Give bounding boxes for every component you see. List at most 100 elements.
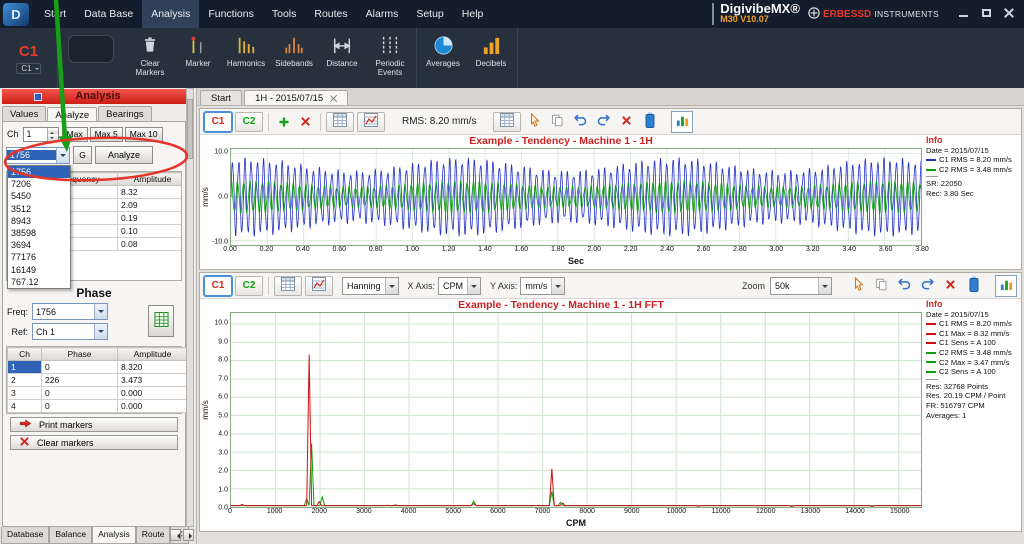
menu-setup[interactable]: Setup: [407, 0, 452, 28]
fft-grid-view-button[interactable]: [274, 275, 302, 296]
menu-alarms[interactable]: Alarms: [357, 0, 408, 28]
close-chart-button[interactable]: [617, 112, 636, 132]
bottom-tab-balance[interactable]: Balance: [49, 527, 93, 544]
maximize-button[interactable]: [976, 5, 996, 21]
tab-analyze[interactable]: Analyze: [47, 107, 98, 122]
fft-grid-chart-button[interactable]: [305, 275, 333, 296]
fft-c2-button[interactable]: C2: [235, 275, 263, 296]
fft-undo-button[interactable]: [895, 276, 914, 296]
print-markers-button[interactable]: Print markers: [10, 417, 178, 432]
tab-close-icon[interactable]: [330, 95, 337, 102]
phase-freq-combo[interactable]: 1756: [32, 303, 108, 320]
chart-settings-button[interactable]: [671, 110, 694, 133]
wave-c2-button[interactable]: C2: [235, 111, 263, 132]
menu-routes[interactable]: Routes: [305, 0, 356, 28]
menu-help[interactable]: Help: [453, 0, 493, 28]
dropdown-option[interactable]: 77176: [8, 251, 70, 263]
fft-copy-button[interactable]: [872, 276, 891, 296]
distance-button[interactable]: Distance: [318, 28, 366, 88]
g-button[interactable]: G: [73, 146, 92, 164]
menu-start[interactable]: Start: [35, 0, 75, 28]
max-5-button[interactable]: Max 5: [89, 126, 123, 142]
averages-button[interactable]: Averages: [419, 28, 467, 88]
grid-chart-button[interactable]: [357, 111, 385, 132]
add-record-button[interactable]: [274, 112, 293, 132]
waveform-plot[interactable]: [230, 148, 922, 246]
x-axis-unit-combo[interactable]: CPM: [438, 276, 482, 295]
redo-button[interactable]: [594, 112, 613, 132]
ribbon-record-button[interactable]: [68, 35, 114, 63]
fft-device-button[interactable]: [964, 276, 983, 296]
chevron-down-icon[interactable]: [94, 304, 107, 319]
undo-button[interactable]: [571, 112, 590, 132]
max-10-button[interactable]: Max 10: [124, 126, 163, 142]
window-function-combo[interactable]: Hanning: [342, 276, 399, 295]
clear-markers-button[interactable]: Clear Markers: [126, 28, 174, 88]
clear-markers-button[interactable]: Clear markers: [10, 435, 178, 450]
sidebar-scrollbar[interactable]: [186, 88, 194, 527]
device-button[interactable]: [640, 112, 659, 132]
channel-c1-ribbon-button[interactable]: C1 C1: [0, 28, 58, 88]
analyze-button[interactable]: Analyze: [95, 146, 153, 164]
menu-analysis[interactable]: Analysis: [142, 0, 200, 28]
dropdown-option[interactable]: 3694: [8, 239, 70, 251]
zoom-combo[interactable]: 50k: [770, 276, 832, 295]
minimize-button[interactable]: [953, 5, 973, 21]
y-axis-unit-combo[interactable]: mm/s: [520, 276, 566, 295]
cursor-tool-button[interactable]: [525, 112, 544, 132]
marker-button[interactable]: Marker: [174, 28, 222, 88]
dropdown-option[interactable]: 5450: [8, 190, 70, 202]
chevron-down-icon[interactable]: [384, 277, 398, 294]
fft-plot[interactable]: [230, 312, 922, 508]
chevron-down-icon[interactable]: [551, 277, 565, 294]
chevron-down-icon[interactable]: [56, 147, 69, 163]
channel-c1-dropdown[interactable]: C1: [16, 62, 41, 74]
table-row[interactable]: 4 0 0.000: [7, 399, 188, 413]
tab-bearings[interactable]: Bearings: [98, 106, 152, 121]
wave-c1-button[interactable]: C1: [203, 110, 233, 133]
copy-button[interactable]: [548, 112, 567, 132]
table-row[interactable]: 3 0 0.000: [7, 386, 188, 400]
table-button[interactable]: [493, 111, 522, 132]
menu-data-base[interactable]: Data Base: [75, 0, 142, 28]
dropdown-option[interactable]: 16149: [8, 264, 70, 276]
tabs-scroll-left-button[interactable]: [170, 529, 181, 541]
doc-tab-1h-2015-07-15[interactable]: 1H - 2015/07/15: [244, 90, 349, 105]
harmonics-button[interactable]: Harmonics: [222, 28, 270, 88]
stepper-arrows[interactable]: [46, 127, 58, 141]
dropdown-option[interactable]: 8943: [8, 215, 70, 227]
dropdown-option[interactable]: 767.12: [8, 276, 70, 288]
decibels-button[interactable]: Decibels: [467, 28, 515, 88]
menu-functions[interactable]: Functions: [199, 0, 263, 28]
chevron-down-icon[interactable]: [818, 277, 831, 294]
dropdown-option[interactable]: 7206: [8, 178, 70, 190]
dropdown-option[interactable]: 1756: [8, 166, 70, 179]
table-row[interactable]: 2 226 3.473: [7, 373, 188, 387]
fft-close-chart-button[interactable]: [941, 276, 960, 296]
dropdown-option[interactable]: 38598: [8, 227, 70, 239]
max-button[interactable]: Max: [61, 126, 88, 142]
fft-chart-settings-button[interactable]: [995, 274, 1017, 297]
chevron-down-icon[interactable]: [467, 277, 481, 294]
delete-record-button[interactable]: [296, 112, 315, 132]
bottom-tab-analysis[interactable]: Analysis: [92, 527, 136, 544]
bottom-tab-database[interactable]: Database: [1, 527, 50, 544]
bottom-tab-route[interactable]: Route: [135, 527, 171, 544]
tab-values[interactable]: Values: [2, 106, 47, 121]
close-button[interactable]: [999, 5, 1019, 21]
sidebands-button[interactable]: Sidebands: [270, 28, 318, 88]
table-row[interactable]: 1 0 8.320: [7, 360, 188, 374]
tabs-scroll-right-button[interactable]: [183, 529, 194, 541]
phase-ref-combo[interactable]: Ch 1: [32, 323, 108, 340]
fft-cursor-tool-button[interactable]: [849, 276, 868, 296]
channel-stepper[interactable]: 1: [22, 126, 59, 142]
fft-c1-button[interactable]: C1: [203, 274, 233, 297]
frequency-combo[interactable]: 1756: [6, 146, 70, 164]
periodic-events-button[interactable]: Periodic Events: [366, 28, 414, 88]
fft-redo-button[interactable]: [918, 276, 937, 296]
doc-tab-start[interactable]: Start: [200, 90, 243, 105]
dropdown-option[interactable]: 3512: [8, 203, 70, 215]
phase-table-button[interactable]: [148, 305, 174, 337]
grid-view-button[interactable]: [326, 111, 354, 132]
stepper-down-icon[interactable]: [47, 134, 58, 141]
